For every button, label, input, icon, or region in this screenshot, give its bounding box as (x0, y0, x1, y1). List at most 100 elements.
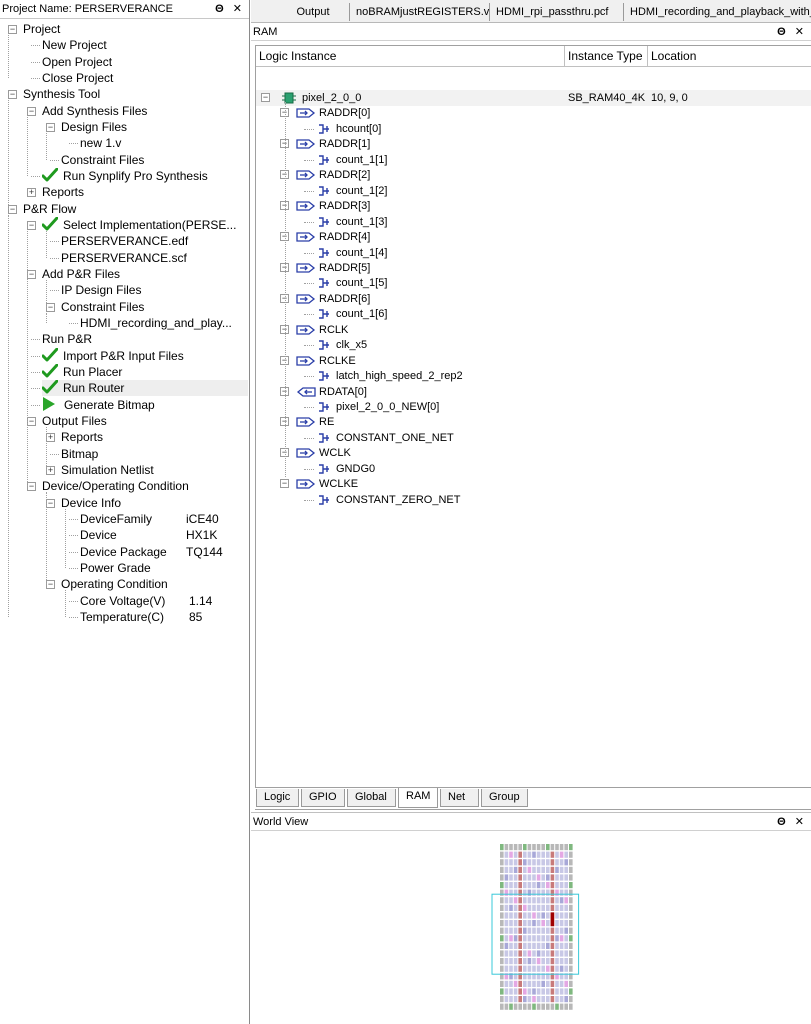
project-tree-item[interactable]: new 1.v (80, 135, 248, 151)
project-tree-item[interactable]: Constraint Files (61, 299, 248, 315)
ram-port-row[interactable]: − RDATA[0] (256, 384, 811, 400)
project-tree-item[interactable]: PERSERVERANCE.edf (61, 233, 248, 249)
project-tree-item[interactable]: Output Files (42, 413, 248, 429)
project-tree-item[interactable]: Run P&R (42, 331, 248, 347)
ram-net-row[interactable]: count_1[4] (256, 245, 811, 261)
project-tree-item[interactable]: Device/Operating Condition (42, 478, 248, 494)
ram-port-row[interactable]: − RADDR[4] (256, 229, 811, 245)
expand-icon[interactable]: + (27, 188, 36, 198)
ram-net-row[interactable]: count_1[6] (256, 306, 811, 322)
project-tree-item[interactable]: HDMI_recording_and_play... (80, 315, 248, 331)
project-tree-item[interactable]: Reports (42, 184, 248, 200)
ram-port-row[interactable]: − RADDR[6] (256, 291, 811, 307)
ram-port-row[interactable]: − RCLKE (256, 353, 811, 369)
collapse-icon[interactable]: − (27, 416, 36, 426)
ram-port-row[interactable]: − RADDR[1] (256, 136, 811, 152)
project-tree-item[interactable]: Run Synplify Pro Synthesis (42, 167, 248, 184)
logic-tile (555, 874, 559, 881)
ram-net-row[interactable]: latch_high_speed_2_rep2 (256, 368, 811, 384)
collapse-icon[interactable]: − (46, 302, 55, 312)
collapse-icon[interactable]: − (261, 93, 270, 102)
project-tree-item[interactable]: Bitmap (61, 446, 248, 462)
project-tree-item[interactable]: Open Project (42, 54, 248, 70)
editor-tab[interactable]: noBRAMjustREGISTERS.v (350, 3, 490, 21)
view-tab[interactable]: Logic (256, 789, 299, 807)
project-tree-item[interactable]: IP Design Files (61, 282, 248, 298)
project-tree-item[interactable]: PERSERVERANCE.scf (61, 250, 248, 266)
editor-tab[interactable]: Output (277, 3, 350, 21)
column-header-location[interactable]: Location (648, 46, 811, 67)
project-tree-item[interactable]: Design Files (61, 119, 248, 135)
ram-instance-row[interactable]: − pixel_2_0_0 SB_RAM40_4K 10, 9, 0 (256, 90, 811, 106)
project-tree-item[interactable]: Core Voltage(V) 1.14 (80, 593, 248, 609)
ram-port-row[interactable]: − RADDR[2] (256, 167, 811, 183)
ram-net-row[interactable]: count_1[3] (256, 214, 811, 230)
project-tree-item[interactable]: P&R Flow (23, 201, 248, 217)
view-tab[interactable]: RAM (398, 788, 438, 808)
project-tree-item[interactable]: Power Grade (80, 560, 248, 576)
project-tree-item[interactable]: Add Synthesis Files (42, 103, 248, 119)
ram-net-row[interactable]: hcount[0] (256, 121, 811, 137)
ram-port-row[interactable]: − WCLK (256, 445, 811, 461)
panel-float-close-controls[interactable]: Θ ✕ (215, 0, 245, 19)
collapse-icon[interactable]: − (46, 498, 55, 508)
ram-port-name: WCLKE (319, 478, 359, 491)
ram-net-row[interactable]: count_1[5] (256, 275, 811, 291)
editor-tab[interactable]: HDMI_rpi_passthru.pcf (490, 3, 624, 21)
project-tree-item[interactable]: Import P&R Input Files (42, 347, 248, 364)
ram-port-row[interactable]: − RE (256, 414, 811, 430)
project-tree-item[interactable]: Run Router (42, 380, 248, 397)
ram-net-row[interactable]: clk_x5 (256, 337, 811, 353)
ram-port-row[interactable]: − RADDR[5] (256, 260, 811, 276)
collapse-icon[interactable]: − (27, 106, 36, 116)
project-tree-item[interactable]: Close Project (42, 70, 248, 86)
project-tree-item[interactable]: Constraint Files (61, 152, 248, 168)
view-tab[interactable]: GPIO (301, 789, 345, 807)
ram-net-row[interactable]: GNDG0 (256, 461, 811, 477)
ram-port-row[interactable]: − WCLKE (256, 476, 811, 492)
collapse-icon[interactable]: − (46, 122, 55, 132)
collapse-icon[interactable]: − (280, 479, 289, 489)
project-tree-item[interactable]: DeviceFamily iCE40 (80, 511, 248, 527)
project-tree-item[interactable]: Add P&R Files (42, 266, 248, 282)
collapse-icon[interactable]: − (27, 482, 36, 492)
project-tree-item[interactable]: Run Placer (42, 363, 248, 380)
expand-icon[interactable]: + (46, 465, 55, 475)
collapse-icon[interactable]: − (27, 220, 36, 230)
project-tree-item[interactable]: Device Info (61, 495, 248, 511)
view-tab[interactable]: Net (440, 789, 479, 807)
ram-net-row[interactable]: CONSTANT_ZERO_NET (256, 492, 811, 508)
column-header-logic-instance[interactable]: Logic Instance (256, 46, 565, 67)
project-tree-item[interactable]: Project (23, 21, 248, 37)
world-view-canvas[interactable] (251, 832, 811, 1024)
project-tree-item[interactable]: Generate Bitmap (42, 396, 248, 413)
project-tree-item[interactable]: New Project (42, 37, 248, 53)
project-tree-item[interactable]: Reports (61, 429, 248, 445)
ram-net-row[interactable]: count_1[2] (256, 183, 811, 199)
project-tree-item[interactable]: Operating Condition (61, 576, 248, 592)
collapse-icon[interactable]: − (8, 25, 17, 34)
project-tree-item[interactable]: Device HX1K (80, 527, 248, 543)
collapse-icon[interactable]: − (46, 580, 55, 590)
view-tab[interactable]: Global (347, 789, 396, 807)
panel-float-close-controls[interactable]: Θ ✕ (777, 23, 807, 41)
project-tree-item[interactable]: Simulation Netlist (61, 462, 248, 478)
expand-icon[interactable]: + (46, 433, 55, 443)
column-header-instance-type[interactable]: Instance Type (565, 46, 648, 67)
collapse-icon[interactable]: − (8, 204, 17, 214)
project-tree-item[interactable]: Device Package TQ144 (80, 544, 248, 560)
view-tab[interactable]: Group (481, 789, 528, 807)
ram-net-row[interactable]: count_1[1] (256, 152, 811, 168)
ram-net-row[interactable]: CONSTANT_ONE_NET (256, 430, 811, 446)
ram-net-row[interactable]: pixel_2_0_0_NEW[0] (256, 399, 811, 415)
ram-port-row[interactable]: − RADDR[0] (256, 105, 811, 121)
panel-float-close-controls[interactable]: Θ ✕ (777, 813, 807, 831)
project-tree-item[interactable]: Temperature(C) 85 (80, 609, 248, 625)
collapse-icon[interactable]: − (27, 269, 36, 279)
ram-port-row[interactable]: − RCLK (256, 322, 811, 338)
project-tree-item[interactable]: Synthesis Tool (23, 86, 248, 102)
editor-tab[interactable]: HDMI_recording_and_playback_with_S (624, 3, 811, 21)
project-tree-item[interactable]: Select Implementation(PERSE... (42, 216, 248, 233)
ram-port-row[interactable]: − RADDR[3] (256, 198, 811, 214)
collapse-icon[interactable]: − (8, 90, 17, 100)
